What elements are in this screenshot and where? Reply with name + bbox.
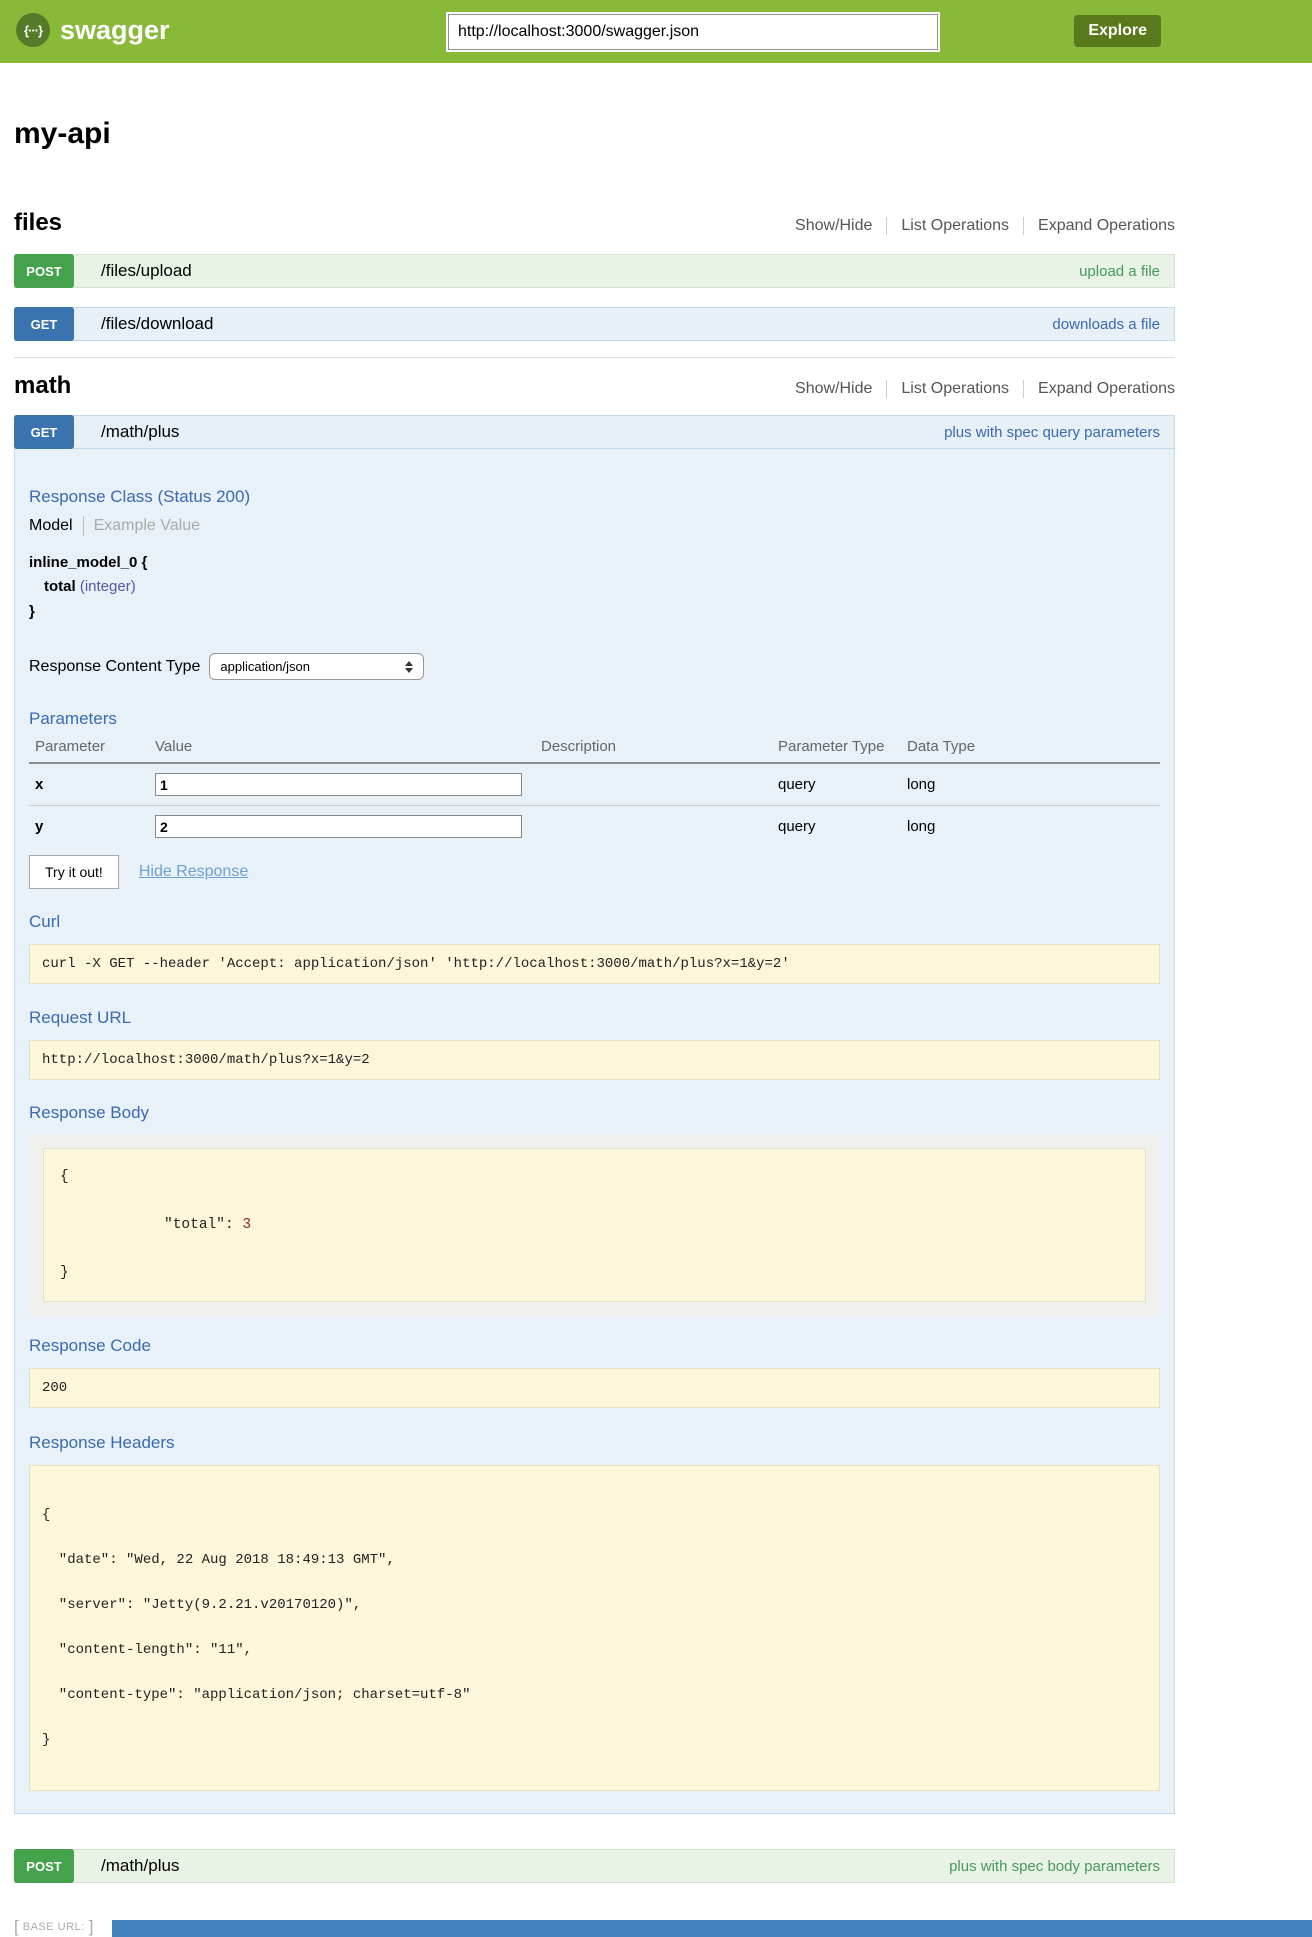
math-expand-operations-link[interactable]: Expand Operations <box>1024 380 1175 398</box>
column-header-parameter-type: Parameter Type <box>778 738 907 763</box>
base-url-bracket: ] <box>89 1917 94 1937</box>
operation-path[interactable]: /files/upload <box>101 261 192 281</box>
response-class-heading: Response Class (Status 200) <box>29 449 1160 507</box>
response-body-block: { "total": 3 } <box>43 1148 1146 1302</box>
param-y-description <box>541 806 778 848</box>
column-header-description: Description <box>541 738 778 763</box>
operation-summary[interactable]: plus with spec query parameters <box>944 424 1160 441</box>
select-arrows-icon <box>405 661 413 673</box>
operation-row-post-math-plus[interactable]: POST /math/plus plus with spec body para… <box>14 1849 1175 1883</box>
param-y-data-type: long <box>907 806 1160 848</box>
response-headers-line: "content-type": "application/json; chars… <box>42 1688 1147 1703</box>
base-url-bracket: [ <box>14 1917 19 1937</box>
response-code-block: 200 <box>29 1368 1160 1408</box>
column-header-value: Value <box>155 738 541 763</box>
spec-url-input[interactable] <box>448 14 938 50</box>
response-headers-line: "date": "Wed, 22 Aug 2018 18:49:13 GMT", <box>42 1553 1147 1568</box>
operation-summary[interactable]: upload a file <box>1079 263 1160 280</box>
response-headers-line: "server": "Jetty(9.2.21.v20170120)", <box>42 1598 1147 1613</box>
param-y-parameter-type: query <box>778 806 907 848</box>
response-body-value: 3 <box>242 1217 251 1233</box>
base-url-label: BASE URL: <box>23 1921 85 1933</box>
response-body-key: "total" <box>164 1217 225 1233</box>
response-headers-line: } <box>42 1733 1147 1748</box>
explore-button[interactable]: Explore <box>1074 15 1161 47</box>
math-show-hide-link[interactable]: Show/Hide <box>781 380 886 398</box>
section-title-files[interactable]: files <box>14 209 62 237</box>
param-name-y: y <box>29 806 155 848</box>
response-content-type-label: Response Content Type <box>29 658 200 676</box>
param-name-x: x <box>29 763 155 806</box>
response-headers-heading: Response Headers <box>29 1433 1160 1453</box>
response-code-heading: Response Code <box>29 1336 1160 1356</box>
parameters-heading: Parameters <box>29 709 1160 729</box>
response-body-open: { <box>60 1165 1129 1189</box>
response-headers-line: { <box>42 1508 1147 1523</box>
param-x-data-type: long <box>907 763 1160 806</box>
section-divider <box>14 357 1175 358</box>
operation-path[interactable]: /files/download <box>101 314 213 334</box>
operation-summary[interactable]: downloads a file <box>1052 316 1160 333</box>
param-x-description <box>541 763 778 806</box>
model-signature-open: inline_model_0 { <box>29 554 1160 571</box>
tab-example-value[interactable]: Example Value <box>84 517 200 535</box>
hide-response-link[interactable]: Hide Response <box>139 863 248 881</box>
model-signature-close: } <box>29 603 1160 620</box>
section-title-math[interactable]: math <box>14 372 71 400</box>
post-method-badge[interactable]: POST <box>14 254 74 288</box>
param-x-value-input[interactable] <box>155 773 522 796</box>
operation-path[interactable]: /math/plus <box>101 422 179 442</box>
math-section-header: math Show/Hide List Operations Expand Op… <box>14 372 1175 400</box>
table-row: x query long <box>29 763 1160 806</box>
response-body-container: { "total": 3 } <box>29 1134 1160 1316</box>
column-header-data-type: Data Type <box>907 738 1160 763</box>
response-body-heading: Response Body <box>29 1103 1160 1123</box>
request-url-heading: Request URL <box>29 1008 1160 1028</box>
model-property-name: total <box>44 578 76 595</box>
curl-heading: Curl <box>29 912 1160 932</box>
post-method-badge[interactable]: POST <box>14 1849 74 1883</box>
response-body-close: } <box>60 1261 1129 1285</box>
model-tabs: Model Example Value <box>29 516 1160 536</box>
model-property-type: (integer) <box>80 578 136 595</box>
get-method-badge[interactable]: GET <box>14 307 74 341</box>
get-method-badge[interactable]: GET <box>14 415 74 449</box>
tab-model[interactable]: Model <box>29 517 83 535</box>
operation-path[interactable]: /math/plus <box>101 1856 179 1876</box>
page-title: my-api <box>14 117 1175 151</box>
request-url-block: http://localhost:3000/math/plus?x=1&y=2 <box>29 1040 1160 1080</box>
curl-command-block: curl -X GET --header 'Accept: applicatio… <box>29 944 1160 984</box>
operation-detail-panel: Response Class (Status 200) Model Exampl… <box>14 449 1175 1814</box>
operation-row-post-files-upload[interactable]: POST /files/upload upload a file <box>14 254 1175 288</box>
operation-summary[interactable]: plus with spec body parameters <box>949 1858 1160 1875</box>
swagger-logo-icon: {···} <box>16 13 50 47</box>
math-list-operations-link[interactable]: List Operations <box>887 380 1023 398</box>
table-row: y query long <box>29 806 1160 848</box>
brand-title: swagger <box>60 15 170 46</box>
operation-row-get-files-download[interactable]: GET /files/download downloads a file <box>14 307 1175 341</box>
files-show-hide-link[interactable]: Show/Hide <box>781 217 886 235</box>
files-list-operations-link[interactable]: List Operations <box>887 217 1023 235</box>
swagger-logo[interactable]: {···} swagger <box>16 13 170 47</box>
response-content-type-select[interactable]: application/json <box>209 653 424 680</box>
response-content-type-value: application/json <box>220 659 310 674</box>
operation-row-get-math-plus[interactable]: GET /math/plus plus with spec query para… <box>14 415 1175 449</box>
response-headers-line: "content-length": "11", <box>42 1643 1147 1658</box>
response-headers-block: { "date": "Wed, 22 Aug 2018 18:49:13 GMT… <box>29 1465 1160 1791</box>
model-signature: inline_model_0 { total (integer) } <box>29 554 1160 620</box>
header-bar: {···} swagger Explore <box>0 0 1312 63</box>
bottom-bar <box>112 1920 1312 1937</box>
files-section-header: files Show/Hide List Operations Expand O… <box>14 209 1175 237</box>
files-expand-operations-link[interactable]: Expand Operations <box>1024 217 1175 235</box>
try-it-out-button[interactable]: Try it out! <box>29 855 119 889</box>
column-header-parameter: Parameter <box>29 738 155 763</box>
param-y-value-input[interactable] <box>155 815 522 838</box>
param-x-parameter-type: query <box>778 763 907 806</box>
parameters-table: Parameter Value Description Parameter Ty… <box>29 738 1160 847</box>
